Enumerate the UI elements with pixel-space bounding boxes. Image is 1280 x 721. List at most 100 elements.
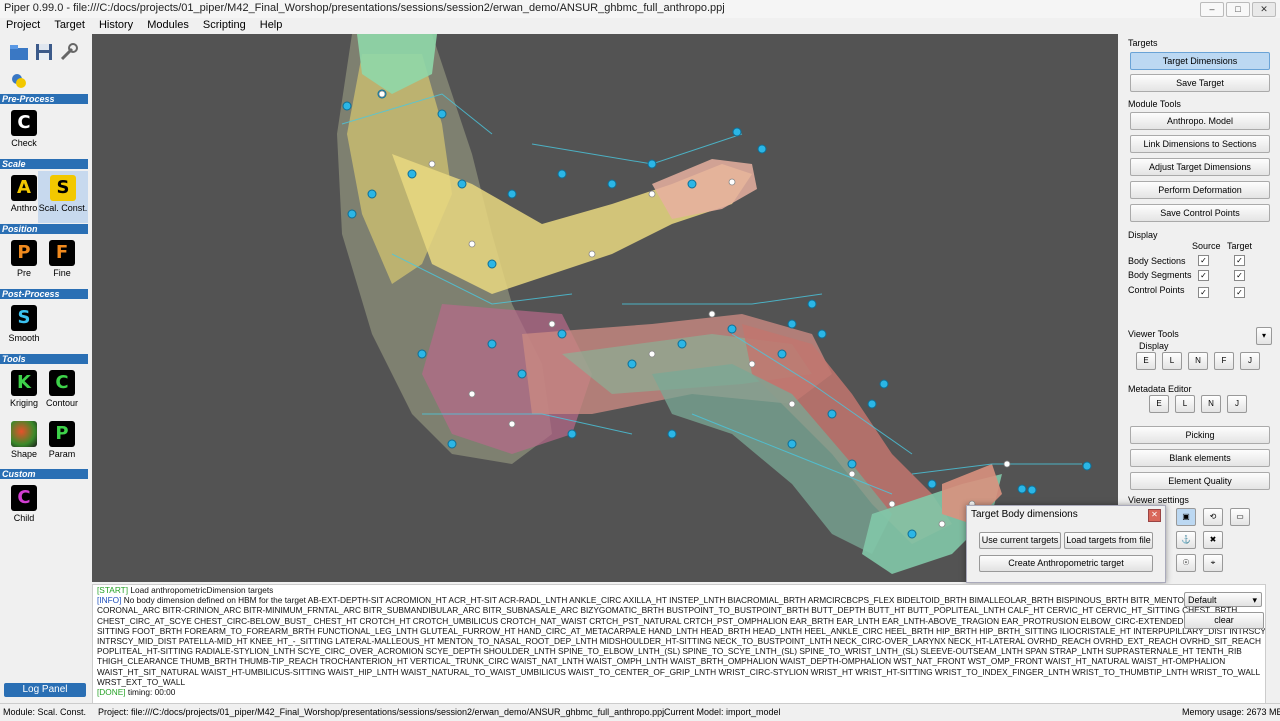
display-e-button[interactable]: E <box>1136 352 1156 370</box>
cross-tool-icon[interactable]: ✖ <box>1203 531 1223 549</box>
title-bar: Piper 0.99.0 - file:///C:/docs/projects/… <box>0 0 1280 19</box>
anthropo-model-button[interactable]: Anthropo. Model <box>1130 112 1270 130</box>
picking-tool-icon[interactable]: ⌖ <box>1203 554 1223 572</box>
log-level-select[interactable]: Default ▾ <box>1184 592 1262 607</box>
load-targets-from-file-button[interactable]: Load targets from file <box>1064 532 1153 549</box>
display-j-button[interactable]: J <box>1240 352 1260 370</box>
menu-history[interactable]: History <box>93 18 138 31</box>
reset-view-icon[interactable]: ⟲ <box>1203 508 1223 526</box>
log-panel-button[interactable]: Log Panel <box>4 683 86 697</box>
body-segments-label: Body Segments <box>1128 270 1192 280</box>
module-kriging-label: Kriging <box>9 398 38 408</box>
pin-icon[interactable]: ▾ <box>1256 327 1272 345</box>
screenshot-icon[interactable]: ▭ <box>1230 508 1250 526</box>
control-points-source-checkbox[interactable]: ✓ <box>1198 287 1209 298</box>
menu-modules[interactable]: Modules <box>141 18 194 31</box>
console-line-text: INTRSCY_MID_DIST PATELLA-MID_HT KNEE_HT_… <box>97 636 1261 647</box>
console-line: CORONAL_ARC BITR-CRINION_ARC BITR-MINIMU… <box>93 605 1265 615</box>
minimize-button[interactable]: – <box>1200 2 1224 17</box>
module-contour[interactable]: C Contour <box>38 366 86 418</box>
module-tools-header: Module Tools <box>1128 99 1181 109</box>
module-fine[interactable]: F Fine <box>38 236 86 288</box>
status-current-model: Current Model: import_model <box>664 707 781 717</box>
body-model-render <box>337 34 1092 574</box>
adjust-target-dimensions-button[interactable]: Adjust Target Dimensions <box>1130 158 1270 176</box>
metadata-e-button[interactable]: E <box>1149 395 1169 413</box>
use-current-targets-button[interactable]: Use current targets <box>979 532 1061 549</box>
module-child[interactable]: C Child <box>0 481 48 533</box>
module-scal-const[interactable]: S Scal. Const. <box>38 171 88 223</box>
menu-help[interactable]: Help <box>254 18 288 31</box>
control-points-target-checkbox[interactable]: ✓ <box>1234 287 1245 298</box>
module-child-label: Child <box>13 513 35 523</box>
blank-elements-button[interactable]: Blank elements <box>1130 449 1270 467</box>
3d-viewport[interactable] <box>92 34 1118 582</box>
camera-view-icon[interactable]: ▣ <box>1176 508 1196 526</box>
metadata-l-button[interactable]: L <box>1175 395 1195 413</box>
console-line: CHEST_CIRC_AT_SCYE CHEST_CIRC-BELOW_BUST… <box>93 616 1265 626</box>
target-body-dimensions-dialog: Target Body dimensions ✕ Use current tar… <box>966 505 1166 583</box>
smooth-module-icon: S <box>11 305 37 331</box>
settings-wrench-icon[interactable] <box>58 41 80 63</box>
anthro-module-icon: A <box>11 175 37 201</box>
console-line-text: WAIST_HT_SIT_NATURAL WAIST_HT-UMBILICUS-… <box>97 666 1261 677</box>
create-anthropometric-target-button[interactable]: Create Anthropometric target <box>979 555 1153 572</box>
console-line: POPLITEAL_HT-SITTING RADIALE-STYLION_LNT… <box>93 646 1265 656</box>
viewer-tools-header: Viewer Tools <box>1128 329 1179 339</box>
perform-deformation-button[interactable]: Perform Deformation <box>1130 181 1270 199</box>
body-segments-source-checkbox[interactable]: ✓ <box>1198 270 1209 281</box>
metadata-editor-header: Metadata Editor <box>1128 384 1192 394</box>
link-dimensions-button[interactable]: Link Dimensions to Sections <box>1130 135 1270 153</box>
axes-icon[interactable]: ⚓ <box>1176 531 1196 549</box>
close-button[interactable]: ✕ <box>1252 2 1276 17</box>
body-sections-target-checkbox[interactable]: ✓ <box>1234 255 1245 266</box>
display-f-button[interactable]: F <box>1214 352 1234 370</box>
picking-button[interactable]: Picking <box>1130 426 1270 444</box>
console-line: WRST_EXT_TO_WALL <box>93 677 1265 687</box>
scal-const-module-icon: S <box>50 175 76 201</box>
module-sidebar: Pre-Process C Check Scale A Anthro S Sca… <box>0 34 92 704</box>
save-icon[interactable] <box>33 41 55 63</box>
metadata-n-button[interactable]: N <box>1201 395 1221 413</box>
target-dimensions-button[interactable]: Target Dimensions <box>1130 52 1270 70</box>
save-control-points-button[interactable]: Save Control Points <box>1130 204 1270 222</box>
save-target-button[interactable]: Save Target <box>1130 74 1270 92</box>
dialog-close-icon[interactable]: ✕ <box>1148 509 1161 522</box>
shape-module-icon <box>11 421 37 447</box>
module-pre-label: Pre <box>16 268 31 278</box>
menu-bar: Project Target History Modules Scripting… <box>0 18 1280 34</box>
module-check-label: Check <box>11 138 37 148</box>
console-line-text: SITTING FOOT_BRTH FOREARM_TO_FOREARM_BRT… <box>97 625 1265 636</box>
body-sections-source-checkbox[interactable]: ✓ <box>1198 255 1209 266</box>
menu-scripting[interactable]: Scripting <box>197 18 251 31</box>
status-bar: Module: Scal. Const. Project: file:///C:… <box>0 703 1280 721</box>
status-memory: Memory usage: 2673 MB <box>1182 707 1280 717</box>
module-anthro-label: Anthro <box>10 203 38 213</box>
menu-project[interactable]: Project <box>0 18 45 31</box>
module-scal-const-label: Scal. Const. <box>38 203 88 213</box>
console-line: WAIST_HT_SIT_NATURAL WAIST_HT-UMBILICUS-… <box>93 667 1265 677</box>
open-folder-icon[interactable] <box>8 41 30 63</box>
check-module-icon: C <box>11 110 37 136</box>
console-line: [DONE] timing: 00:00 <box>93 687 1265 697</box>
console-line-text: POPLITEAL_HT-SITTING RADIALE-STYLION_LNT… <box>97 646 1242 657</box>
target-column-header: Target <box>1227 241 1253 251</box>
display-l-button[interactable]: L <box>1162 352 1182 370</box>
light-icon[interactable]: ☉ <box>1176 554 1196 572</box>
module-param-label: Param <box>48 449 76 459</box>
maximize-button[interactable]: □ <box>1226 2 1250 17</box>
module-smooth[interactable]: S Smooth <box>0 301 48 353</box>
category-preprocess: Pre-Process <box>0 94 88 104</box>
element-quality-button[interactable]: Element Quality <box>1130 472 1270 490</box>
display-n-button[interactable]: N <box>1188 352 1208 370</box>
console-line: INTRSCY_MID_DIST PATELLA-MID_HT KNEE_HT_… <box>93 636 1265 646</box>
menu-target[interactable]: Target <box>48 18 90 31</box>
metadata-j-button[interactable]: J <box>1227 395 1247 413</box>
python-icon[interactable] <box>8 70 30 92</box>
clear-console-button[interactable]: clear <box>1184 612 1264 629</box>
module-check[interactable]: C Check <box>0 106 48 158</box>
module-param[interactable]: P Param <box>38 417 86 469</box>
category-custom: Custom <box>0 469 88 479</box>
body-segments-target-checkbox[interactable]: ✓ <box>1234 270 1245 281</box>
kriging-module-icon: K <box>11 370 37 396</box>
